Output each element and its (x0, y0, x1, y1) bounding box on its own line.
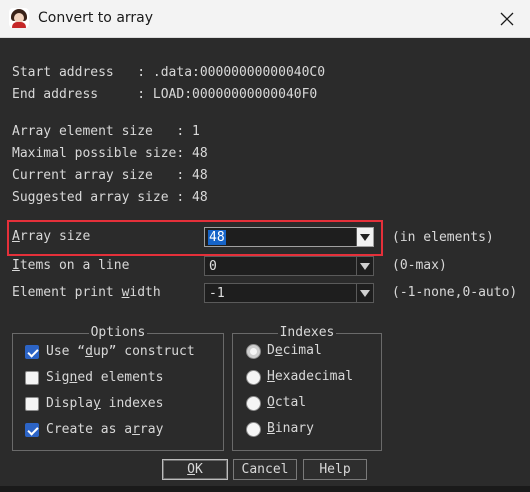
cancel-button[interactable]: Cancel (233, 459, 297, 480)
checkbox-checked-icon[interactable] (25, 423, 39, 437)
end-address-line: End address : LOAD:00000000000040F0 (12, 87, 317, 102)
max-size-line: Maximal possible size: 48 (12, 146, 208, 161)
print-width-label: Element print width (12, 285, 161, 300)
print-width-hint: (-1-none,0-auto) (392, 285, 518, 300)
indexes-group: Indexes Decimal Hexadecimal Octal Binary (232, 325, 382, 451)
element-size-label: Array element size : (12, 124, 185, 139)
current-size-line: Current array size : 48 (12, 168, 208, 183)
radio-unselected-icon[interactable] (246, 422, 261, 437)
user-avatar-icon (9, 8, 29, 28)
array-size-label: Array size (12, 229, 91, 244)
items-per-line-label: Items on a line (12, 258, 130, 273)
array-size-value[interactable]: 48 (208, 230, 226, 245)
ok-button[interactable]: OK (162, 459, 228, 480)
suggested-size-line: Suggested array size : 48 (12, 190, 208, 205)
print-width-value[interactable]: -1 (209, 286, 225, 301)
checkbox-checked-icon[interactable] (25, 345, 39, 359)
indexes-group-title: Indexes (277, 325, 337, 340)
hexadecimal-label: Hexadecimal (267, 369, 354, 384)
array-size-combobox[interactable]: 48 (204, 227, 374, 247)
suggested-size-value: 48 (192, 190, 208, 205)
items-per-line-hint: (0-max) (392, 258, 447, 273)
chevron-down-icon[interactable] (356, 257, 373, 275)
items-per-line-combobox[interactable]: 0 (204, 256, 374, 276)
chevron-down-icon[interactable] (356, 284, 373, 302)
title-bar: Convert to array (0, 0, 530, 38)
max-size-label: Maximal possible size: (12, 146, 185, 161)
end-address-label: End address : (12, 87, 146, 102)
options-group: Options Use “dup” construct Signed eleme… (12, 325, 224, 451)
octal-label: Octal (267, 395, 307, 410)
help-button[interactable]: Help (303, 459, 367, 480)
checkbox-unchecked-icon[interactable] (25, 397, 39, 411)
end-address-value: LOAD:00000000000040F0 (152, 87, 318, 102)
use-dup-label: Use “dup” construct (46, 344, 195, 359)
close-icon (500, 12, 514, 26)
items-per-line-value[interactable]: 0 (209, 259, 217, 274)
decimal-label: Decimal (267, 343, 322, 358)
array-size-hint: (in elements) (392, 230, 494, 245)
element-size-value: 1 (192, 124, 200, 139)
current-size-label: Current array size : (12, 168, 185, 183)
element-size-line: Array element size : 1 (12, 124, 200, 139)
start-address-line: Start address : .data:00000000000040C0 (12, 65, 325, 80)
options-group-title: Options (88, 325, 148, 340)
window-bottom-edge (0, 486, 530, 492)
display-indexes-label: Display indexes (46, 396, 164, 411)
radio-unselected-icon[interactable] (246, 396, 261, 411)
binary-label: Binary (267, 421, 314, 436)
radio-selected-icon[interactable] (246, 344, 261, 359)
window-title: Convert to array (38, 10, 154, 26)
chevron-down-icon[interactable] (356, 228, 373, 246)
create-as-array-label: Create as array (46, 422, 164, 437)
max-size-value: 48 (192, 146, 208, 161)
radio-unselected-icon[interactable] (246, 370, 261, 385)
current-size-value: 48 (192, 168, 208, 183)
start-address-label: Start address : (12, 65, 146, 80)
checkbox-unchecked-icon[interactable] (25, 371, 39, 385)
close-button[interactable] (484, 0, 530, 38)
print-width-combobox[interactable]: -1 (204, 283, 374, 303)
signed-elements-label: Signed elements (46, 370, 164, 385)
start-address-value: .data:00000000000040C0 (152, 65, 326, 80)
suggested-size-label: Suggested array size : (12, 190, 185, 205)
